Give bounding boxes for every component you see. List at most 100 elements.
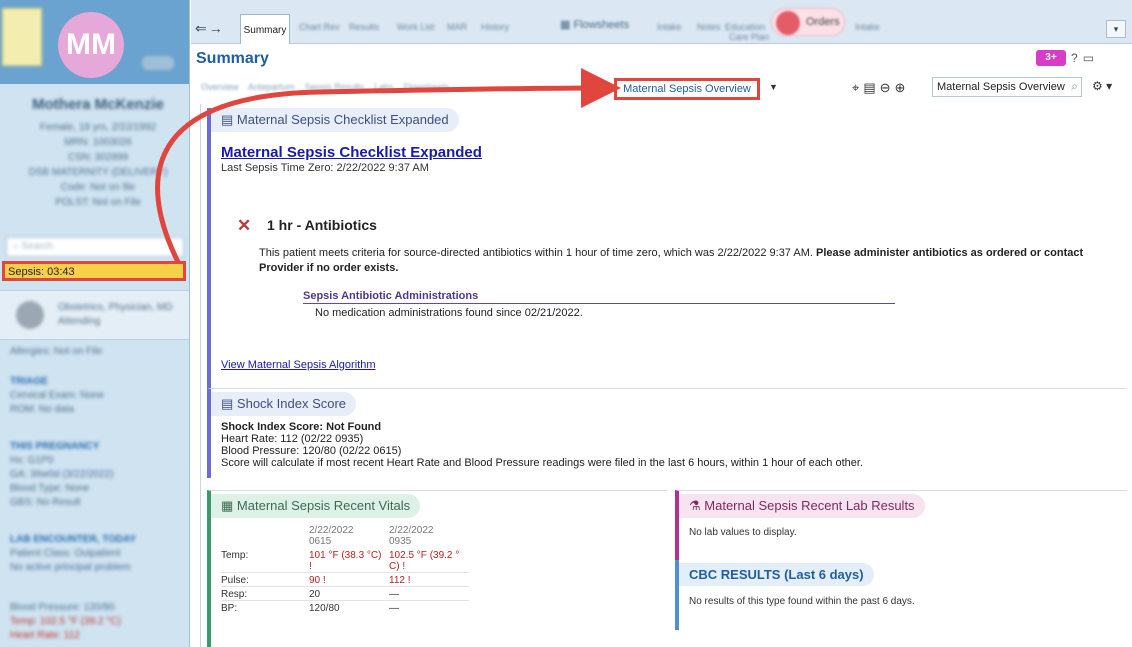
patient-name[interactable]: Mothera McKenzie [10, 96, 186, 113]
vital-line: C) ! [389, 561, 406, 572]
vitals-panel-title: Maternal Sepsis Recent Vitals [236, 498, 411, 513]
administrations-message: No medication administrations found sinc… [315, 307, 583, 319]
tab-flowsheets[interactable]: ▦ Flowsheets [560, 18, 650, 40]
orders-icon [776, 11, 800, 35]
tab-overflow-dropdown[interactable]: ▾ [1106, 20, 1126, 38]
antibiotics-message: This patient meets criteria for source-d… [259, 246, 1129, 276]
tab-intake[interactable]: Intake [657, 22, 682, 32]
antibiotics-criteria-text: This patient meets criteria for source-d… [259, 247, 813, 259]
forward-arrow-icon[interactable]: → [209, 20, 223, 40]
zoom-in-icon[interactable]: ⊕ [895, 80, 906, 96]
tab-notes[interactable]: Notes [697, 22, 721, 32]
vital-line: 102.5 °F (39.2 ° [389, 550, 460, 561]
demo-line: DSB MATERNITY (DELIVERY) [28, 167, 168, 178]
shock-score: Shock Index Score: Not Found [221, 421, 382, 433]
report-view-selector[interactable]: Maternal Sepsis Overview [614, 78, 760, 100]
vitals-row-bp: BP: 120/80 — [221, 600, 469, 614]
block-line: Patient Class: Outpatient [10, 548, 121, 559]
report-tab[interactable]: Labs [374, 82, 394, 92]
allergies-line: Allergies: Not on File [10, 345, 186, 359]
avatar-initials: MM [66, 28, 116, 61]
shock-panel-title: Shock Index Score [236, 396, 347, 411]
zoom-out-icon[interactable]: ⊖ [880, 80, 891, 96]
sticky-note-icon[interactable] [2, 8, 42, 66]
tab-intake-2[interactable]: Intake [855, 22, 880, 32]
date: 2/22/2022 [309, 525, 354, 536]
tab-education[interactable]: Education [725, 22, 765, 32]
wrench-icon[interactable]: ⚙ ▾ [1092, 79, 1112, 93]
checklist-panel-title: Maternal Sepsis Checklist Expanded [236, 112, 449, 127]
provider-name: Obstetrics, Physician, MD [58, 302, 173, 313]
provider-role: Attending [58, 316, 101, 327]
tab-history[interactable]: History [481, 22, 509, 32]
vital-label: BP: [221, 603, 238, 614]
back-arrow-icon[interactable]: ⇐ [195, 20, 207, 40]
cbc-results-panel: CBC RESULTS (Last 6 days) No results of … [675, 560, 1127, 630]
report-tab[interactable]: Antepartum [248, 82, 295, 92]
vital-line: 101 °F (38.3 °C) [309, 550, 382, 561]
tab-work-list[interactable]: Work List [397, 22, 434, 32]
block-line: GBS: No Result [10, 497, 81, 508]
demo-line: Code: Not on file [60, 182, 136, 193]
report-search-input[interactable]: Maternal Sepsis Overview ⌕ [932, 77, 1082, 97]
chevron-down-icon[interactable]: ▼ [769, 82, 778, 92]
care-team-card[interactable]: Obstetrics, Physician, MD Attending [0, 290, 189, 340]
vitals-date-col: 2/22/2022 0935 [389, 525, 469, 547]
labs-message: No lab values to display. [689, 527, 797, 538]
help-icon[interactable]: ? [1071, 51, 1078, 65]
orders-label: Orders [806, 16, 840, 28]
tab-orders[interactable]: Orders [771, 8, 845, 36]
cbc-message: No results of this type found within the… [689, 596, 915, 607]
window-icon[interactable]: ▭ [1083, 51, 1094, 65]
close-icon: ✕ [237, 216, 252, 235]
tab-chart-review[interactable]: Chart Rev [299, 22, 340, 32]
report-icon: ▤ [221, 396, 234, 411]
report-tab[interactable]: Sepsis Results [305, 82, 365, 92]
report-search-value: Maternal Sepsis Overview [937, 81, 1065, 93]
block-line: Cervical Exam: None [10, 390, 104, 401]
report-content: ▤ Maternal Sepsis Checklist Expanded Mat… [200, 104, 1132, 647]
sepsis-timer[interactable]: Sepsis: 03:43 [2, 261, 186, 281]
summary-report-tabs: Overview Antepartum Sepsis Results Labs … [201, 82, 449, 92]
time: 0935 [389, 536, 412, 547]
search-placeholder: Search [21, 241, 54, 252]
tab-mar[interactable]: MAR [447, 22, 467, 32]
vital-value: 101 °F (38.3 °C)! [309, 550, 389, 572]
checklist-title-link[interactable]: Maternal Sepsis Checklist Expanded [221, 144, 482, 161]
report-tab[interactable]: Flowsheets [404, 82, 450, 92]
vitals-row-temp: Temp: 101 °F (38.3 °C)! 102.5 °F (39.2 °… [221, 550, 469, 572]
page-title: Summary [196, 50, 269, 67]
block-header: LAB ENCOUNTER, TODAY [10, 534, 137, 545]
block-header: THIS PREGNANCY [10, 441, 100, 452]
sidebar-search-input[interactable]: ⌕ Search [6, 237, 184, 257]
checklist-panel-header: ▤ Maternal Sepsis Checklist Expanded [211, 108, 459, 132]
vitals-summary-block: Blood Pressure: 120/80 Temp: 102.5 °F (3… [10, 601, 186, 643]
vitals-table: 2/22/2022 0615 2/22/2022 0935 Temp: 101 °F… [221, 525, 469, 614]
view-algorithm-link[interactable]: View Maternal Sepsis Algorithm [221, 359, 375, 371]
vital-value: — [389, 603, 399, 614]
cbc-panel-header: CBC RESULTS (Last 6 days) [679, 563, 874, 586]
sidebar-controls[interactable] [142, 56, 174, 70]
sepsis-checklist-panel: ▤ Maternal Sepsis Checklist Expanded Mat… [207, 108, 1127, 388]
tab-results[interactable]: Results [349, 22, 379, 32]
date: 2/22/2022 [389, 525, 434, 536]
search-icon[interactable]: ⌕ [1071, 79, 1078, 94]
report-tab[interactable]: Overview [201, 82, 239, 92]
labs-panel-title: Maternal Sepsis Recent Lab Results [704, 498, 915, 513]
tab-summary[interactable]: Summary [240, 14, 290, 44]
patient-avatar[interactable]: MM [58, 12, 124, 78]
block-line: No active principal problem [10, 562, 131, 573]
time: 0615 [309, 536, 332, 547]
shock-heart-rate: Heart Rate: 112 (02/22 0935) [221, 433, 364, 445]
shock-index-panel: ▤ Shock Index Score Shock Index Score: N… [207, 388, 1127, 478]
antibiotics-title: 1 hr - Antibiotics [267, 217, 377, 233]
binoculars-icon[interactable]: ⌖ [852, 80, 859, 96]
vitals-date-row: 2/22/2022 0615 2/22/2022 0935 [221, 525, 469, 547]
shock-panel-header: ▤ Shock Index Score [211, 392, 357, 416]
vital-value: — [389, 589, 399, 600]
recent-vitals-panel: ▦ Maternal Sepsis Recent Vitals 2/22/202… [207, 490, 667, 647]
tab-care-plan[interactable]: Care Plan [729, 32, 769, 42]
flask-icon: ⚗ [689, 498, 701, 513]
print-icon[interactable]: ▤ [863, 80, 875, 96]
notifications-badge[interactable]: 3+ [1036, 50, 1066, 66]
